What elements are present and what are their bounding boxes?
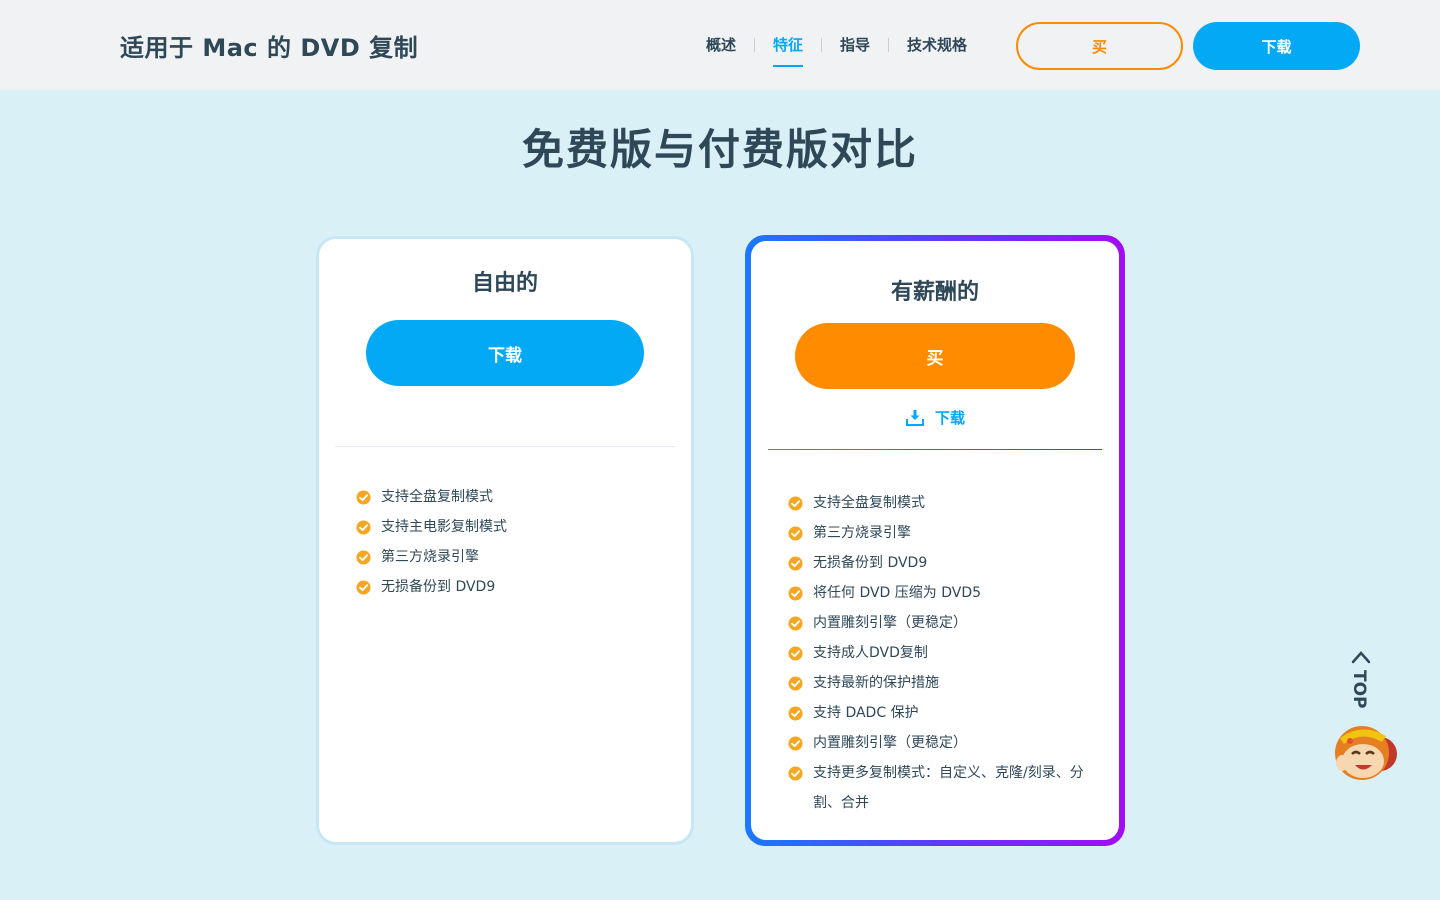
feature-text: 支持成人DVD复制 [813, 645, 928, 661]
download-icon [905, 409, 924, 426]
feature-item: 无损备份到 DVD9 [356, 572, 507, 602]
feature-item: 支持更多复制模式：自定义、克隆/刻录、分割、合并 [788, 758, 1088, 818]
free-download-button[interactable]: 下载 [366, 320, 644, 386]
feature-text: 将任何 DVD 压缩为 DVD5 [813, 585, 982, 601]
check-icon [788, 676, 803, 691]
feature-item: 支持全盘复制模式 [788, 488, 1088, 518]
paid-feature-list: 支持全盘复制模式 第三方烧录引擎无损备份到 DVD9 将任何 DVD 压缩为 DVD… [788, 488, 1088, 818]
site-header: 适用于 Mac 的 DVD 复制 概述 特征 指导 技术规格 买 下载 [0, 0, 1440, 90]
nav-features[interactable]: 特征 [755, 0, 821, 90]
back-to-top-button[interactable]: TOP [1330, 648, 1400, 788]
check-icon [356, 520, 371, 535]
free-plan-card: 自由的 下载 支持全盘复制模式 支持主电影复制模式 第三方烧录引擎无损备份到 DVD… [316, 236, 694, 845]
nav-tech-specs[interactable]: 技术规格 [889, 0, 985, 90]
feature-item: 将任何 DVD 压缩为 DVD5 [788, 578, 1088, 608]
check-icon [788, 586, 803, 601]
check-icon [788, 556, 803, 571]
check-icon [788, 706, 803, 721]
header-buy-button[interactable]: 买 [1016, 22, 1183, 70]
feature-text: 无损备份到 DVD9 [813, 555, 928, 571]
divider [768, 449, 1102, 450]
check-icon [788, 496, 803, 511]
product-title[interactable]: 适用于 Mac 的 DVD 复制 [120, 28, 418, 63]
paid-buy-button[interactable]: 买 [795, 323, 1075, 389]
check-icon [356, 490, 371, 505]
comparison-title: 免费版与付费版对比 [521, 125, 918, 174]
top-nav: 概述 特征 指导 技术规格 [688, 0, 985, 90]
feature-text: 支持主电影复制模式 [381, 519, 507, 535]
nav-overview[interactable]: 概述 [688, 0, 754, 90]
check-icon [356, 580, 371, 595]
feature-item: 第三方烧录引擎 [788, 518, 1088, 548]
feature-item: 支持主电影复制模式 [356, 512, 507, 542]
check-icon [356, 550, 371, 565]
feature-text: 第三方烧录引擎 [813, 525, 911, 541]
check-icon [788, 616, 803, 631]
feature-text: 无损备份到 DVD9 [381, 579, 496, 595]
feature-text: 内置雕刻引擎（更稳定） [813, 615, 967, 631]
feature-text: 内置雕刻引擎（更稳定） [813, 735, 967, 751]
feature-text: 支持 DADC 保护 [813, 705, 919, 721]
feature-item: 支持最新的保护措施 [788, 668, 1088, 698]
check-icon [788, 766, 803, 781]
paid-plan-title: 有薪酬的 [890, 280, 979, 305]
paid-plan-card: 有薪酬的 买 下载 支持全盘复制模式 第三方烧录引擎无损备份到 DVD9 将任何 D… [745, 235, 1125, 846]
chevron-up-icon [1351, 651, 1371, 664]
monkey-mascot-icon [1335, 726, 1397, 780]
free-feature-list: 支持全盘复制模式 支持主电影复制模式 第三方烧录引擎无损备份到 DVD9 [356, 482, 507, 602]
paid-download-label: 下载 [934, 409, 965, 427]
feature-text: 支持最新的保护措施 [813, 675, 939, 691]
feature-item: 内置雕刻引擎（更稳定） [788, 608, 1088, 638]
feature-item: 支持全盘复制模式 [356, 482, 507, 512]
feature-text: 第三方烧录引擎 [381, 549, 479, 565]
header-download-button[interactable]: 下载 [1193, 22, 1360, 70]
feature-item: 无损备份到 DVD9 [788, 548, 1088, 578]
feature-item: 第三方烧录引擎 [356, 542, 507, 572]
paid-download-link[interactable]: 下载 [751, 407, 1119, 428]
feature-text: 支持全盘复制模式 [381, 489, 493, 505]
free-plan-title: 自由的 [471, 271, 538, 296]
feature-item: 支持成人DVD复制 [788, 638, 1088, 668]
feature-item: 支持 DADC 保护 [788, 698, 1088, 728]
nav-guide[interactable]: 指导 [822, 0, 888, 90]
feature-text: 支持更多复制模式：自定义、克隆/刻录、分割、合并 [813, 765, 1084, 811]
check-icon [788, 736, 803, 751]
feature-text: 支持全盘复制模式 [813, 495, 925, 511]
check-icon [788, 526, 803, 541]
feature-item: 内置雕刻引擎（更稳定） [788, 728, 1088, 758]
check-icon [788, 646, 803, 661]
divider [335, 446, 675, 447]
back-to-top-label: TOP [1349, 670, 1369, 709]
paid-plan-card-inner: 有薪酬的 买 下载 支持全盘复制模式 第三方烧录引擎无损备份到 DVD9 将任何 D… [751, 241, 1119, 840]
